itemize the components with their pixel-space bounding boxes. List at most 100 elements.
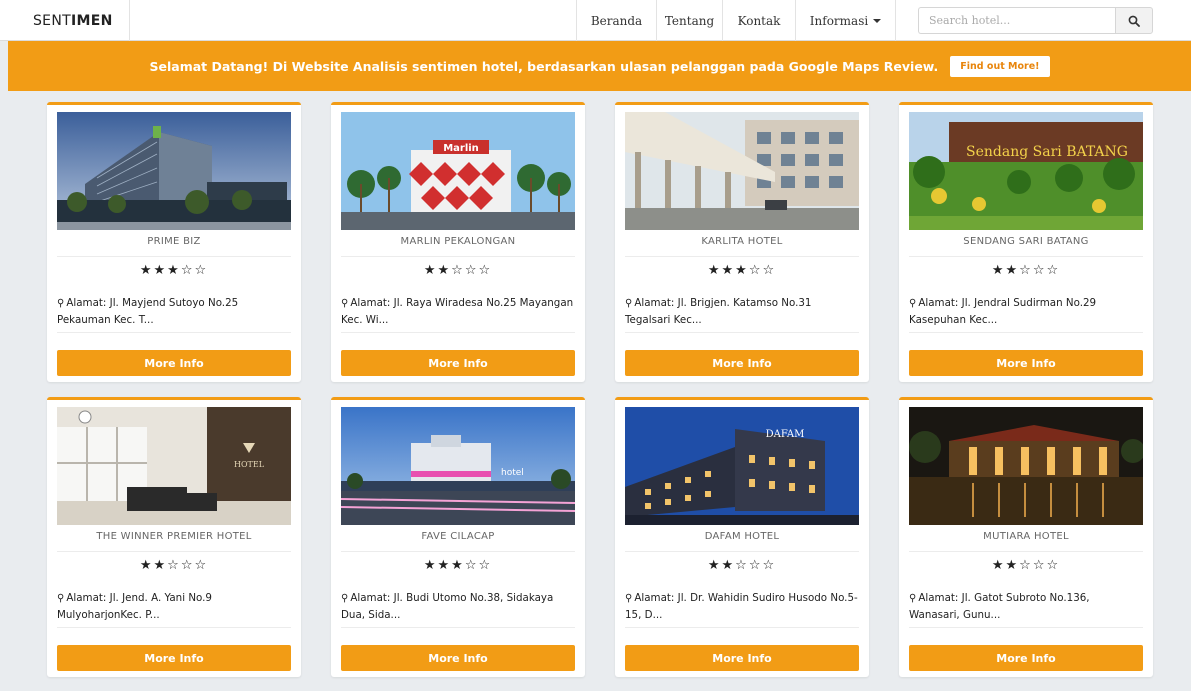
hotel-name: SENDANG SARI BATANG (963, 236, 1089, 247)
hotel-name: KARLITA HOTEL (701, 236, 783, 247)
map-marker-icon: ⚲ (625, 593, 633, 604)
hotel-name: FAVE CILACAP (421, 531, 495, 542)
star-rating: ★★☆☆☆ (707, 558, 777, 573)
brand-text-light: SENT (33, 12, 71, 29)
hotel-address: ⚲ Alamat: Jl. Raya Wiradesa No.25 Mayanga… (341, 295, 575, 328)
more-info-button[interactable]: More Info (909, 350, 1143, 376)
svg-text:Marlin: Marlin (443, 143, 479, 154)
map-marker-icon: ⚲ (909, 298, 917, 309)
hotel-card: Marlin MARLIN PEKALONGAN ★★☆☆☆ ⚲ Alamat: … (331, 102, 585, 382)
svg-text:hotel: hotel (501, 468, 524, 478)
hotel-photo[interactable]: HOTEL (57, 407, 291, 525)
divider (625, 627, 859, 628)
hotel-name: MUTIARA HOTEL (983, 531, 1069, 542)
search-input[interactable] (918, 7, 1116, 34)
hotel-photo[interactable]: DAFAM (625, 407, 859, 525)
map-marker-icon: ⚲ (57, 593, 65, 604)
hotel-photo[interactable]: Sendang Sari BATANG (909, 112, 1143, 230)
nav-menu: Beranda Tentang Kontak Informasi (576, 0, 896, 41)
caret-down-icon (873, 18, 882, 23)
svg-text:DAFAM: DAFAM (766, 429, 805, 440)
star-rating: ★★★☆☆ (423, 558, 493, 573)
brand-logo[interactable]: SENT IMEN (0, 0, 130, 41)
hotel-card: hotel FAVE CILACAP ★★★☆☆ ⚲ Alamat: Jl. Bu… (331, 397, 585, 677)
divider (57, 332, 291, 333)
nav-item-label: Informasi (809, 13, 869, 28)
map-marker-icon: ⚲ (625, 298, 633, 309)
hotel-photo[interactable] (909, 407, 1143, 525)
hotel-name: THE WINNER PREMIER HOTEL (96, 531, 252, 542)
map-marker-icon: ⚲ (57, 298, 65, 309)
address-text: Alamat: Jl. Jendral Sudirman No.29 Kasep… (909, 297, 1097, 326)
divider (625, 256, 859, 257)
address-text: Alamat: Jl. Gatot Subroto No.136, Wanasa… (909, 592, 1090, 621)
map-marker-icon: ⚲ (341, 298, 349, 309)
address-text: Alamat: Jl. Jend. A. Yani No.9 Mulyoharj… (57, 592, 212, 621)
star-rating: ★★★☆☆ (139, 263, 209, 278)
hotel-card: HOTEL THE WINNER PREMIER HOTEL ★★☆☆☆ ⚲ Al… (47, 397, 301, 677)
top-navbar: SENT IMEN Beranda Tentang Kontak Informas… (0, 0, 1191, 41)
hotel-photo[interactable] (57, 112, 291, 230)
more-info-button[interactable]: More Info (625, 645, 859, 671)
nav-item-informasi-dropdown[interactable]: Informasi (795, 0, 896, 41)
hotel-photo[interactable]: Marlin (341, 112, 575, 230)
hotel-address: ⚲ Alamat: Jl. Jendral Sudirman No.29 Kase… (909, 295, 1143, 328)
address-text: Alamat: Jl. Dr. Wahidin Sudiro Husodo No… (625, 592, 858, 621)
more-info-button[interactable]: More Info (57, 645, 291, 671)
divider (625, 332, 859, 333)
welcome-banner: Selamat Datang! Di Website Analisis sent… (8, 41, 1191, 91)
nav-item-label: Kontak (737, 13, 781, 28)
hotel-name: DAFAM HOTEL (704, 531, 780, 542)
map-marker-icon: ⚲ (341, 593, 349, 604)
divider (909, 332, 1143, 333)
hotel-address: ⚲ Alamat: Jl. Brigjen. Katamso No.31 Tega… (625, 295, 859, 328)
divider (57, 256, 291, 257)
hotel-card: KARLITA HOTEL ★★★☆☆ ⚲ Alamat: Jl. Brigjen… (615, 102, 869, 382)
nav-item-label: Beranda (590, 13, 643, 28)
more-info-button[interactable]: More Info (341, 645, 575, 671)
divider (57, 627, 291, 628)
hotel-address: ⚲ Alamat: Jl. Mayjend Sutoyo No.25 Pekaum… (57, 295, 291, 328)
search-icon (1128, 15, 1140, 27)
more-info-button[interactable]: More Info (625, 350, 859, 376)
address-text: Alamat: Jl. Brigjen. Katamso No.31 Tegal… (625, 297, 812, 326)
nav-item-tentang[interactable]: Tentang (656, 0, 722, 41)
address-text: Alamat: Jl. Raya Wiradesa No.25 Mayangan… (341, 297, 574, 326)
hotel-card: Sendang Sari BATANG SENDANG SARI BATANG … (899, 102, 1153, 382)
hotel-name: MARLIN PEKALONGAN (400, 236, 516, 247)
divider (909, 256, 1143, 257)
divider (909, 627, 1143, 628)
hotel-card: DAFAM DAFAM HOTEL ★★☆☆☆ ⚲ Alamat: Jl. Dr.… (615, 397, 869, 677)
hotel-name: PRIME BIZ (147, 236, 201, 247)
hotel-card: PRIME BIZ ★★★☆☆ ⚲ Alamat: Jl. Mayjend Sut… (47, 102, 301, 382)
nav-item-label: Tentang (664, 13, 715, 28)
map-marker-icon: ⚲ (909, 593, 917, 604)
search-button[interactable] (1115, 7, 1153, 34)
brand-text-bold: IMEN (70, 12, 113, 29)
nav-item-kontak[interactable]: Kontak (722, 0, 795, 41)
hotel-address: ⚲ Alamat: Jl. Gatot Subroto No.136, Wanas… (909, 590, 1143, 623)
divider (341, 627, 575, 628)
svg-text:HOTEL: HOTEL (234, 460, 265, 469)
banner-text: Selamat Datang! Di Website Analisis sent… (149, 58, 939, 74)
divider (909, 551, 1143, 552)
star-rating: ★★☆☆☆ (991, 558, 1061, 573)
more-info-button[interactable]: More Info (341, 350, 575, 376)
hotel-card: MUTIARA HOTEL ★★☆☆☆ ⚲ Alamat: Jl. Gatot S… (899, 397, 1153, 677)
star-rating: ★★☆☆☆ (991, 263, 1061, 278)
divider (341, 551, 575, 552)
more-info-button[interactable]: More Info (909, 645, 1143, 671)
hotel-address: ⚲ Alamat: Jl. Jend. A. Yani No.9 Mulyohar… (57, 590, 291, 623)
divider (625, 551, 859, 552)
divider (57, 551, 291, 552)
hotel-photo[interactable] (625, 112, 859, 230)
nav-item-beranda[interactable]: Beranda (576, 0, 656, 41)
hotel-photo[interactable]: hotel (341, 407, 575, 525)
address-text: Alamat: Jl. Budi Utomo No.38, Sidakaya D… (341, 592, 554, 621)
svg-text:Sendang Sari BATANG: Sendang Sari BATANG (966, 144, 1128, 160)
find-out-more-button[interactable]: Find out More! (950, 55, 1050, 77)
more-info-button[interactable]: More Info (57, 350, 291, 376)
star-rating: ★★☆☆☆ (139, 558, 209, 573)
hotel-address: ⚲ Alamat: Jl. Budi Utomo No.38, Sidakaya … (341, 590, 575, 623)
star-rating: ★★★☆☆ (707, 263, 777, 278)
